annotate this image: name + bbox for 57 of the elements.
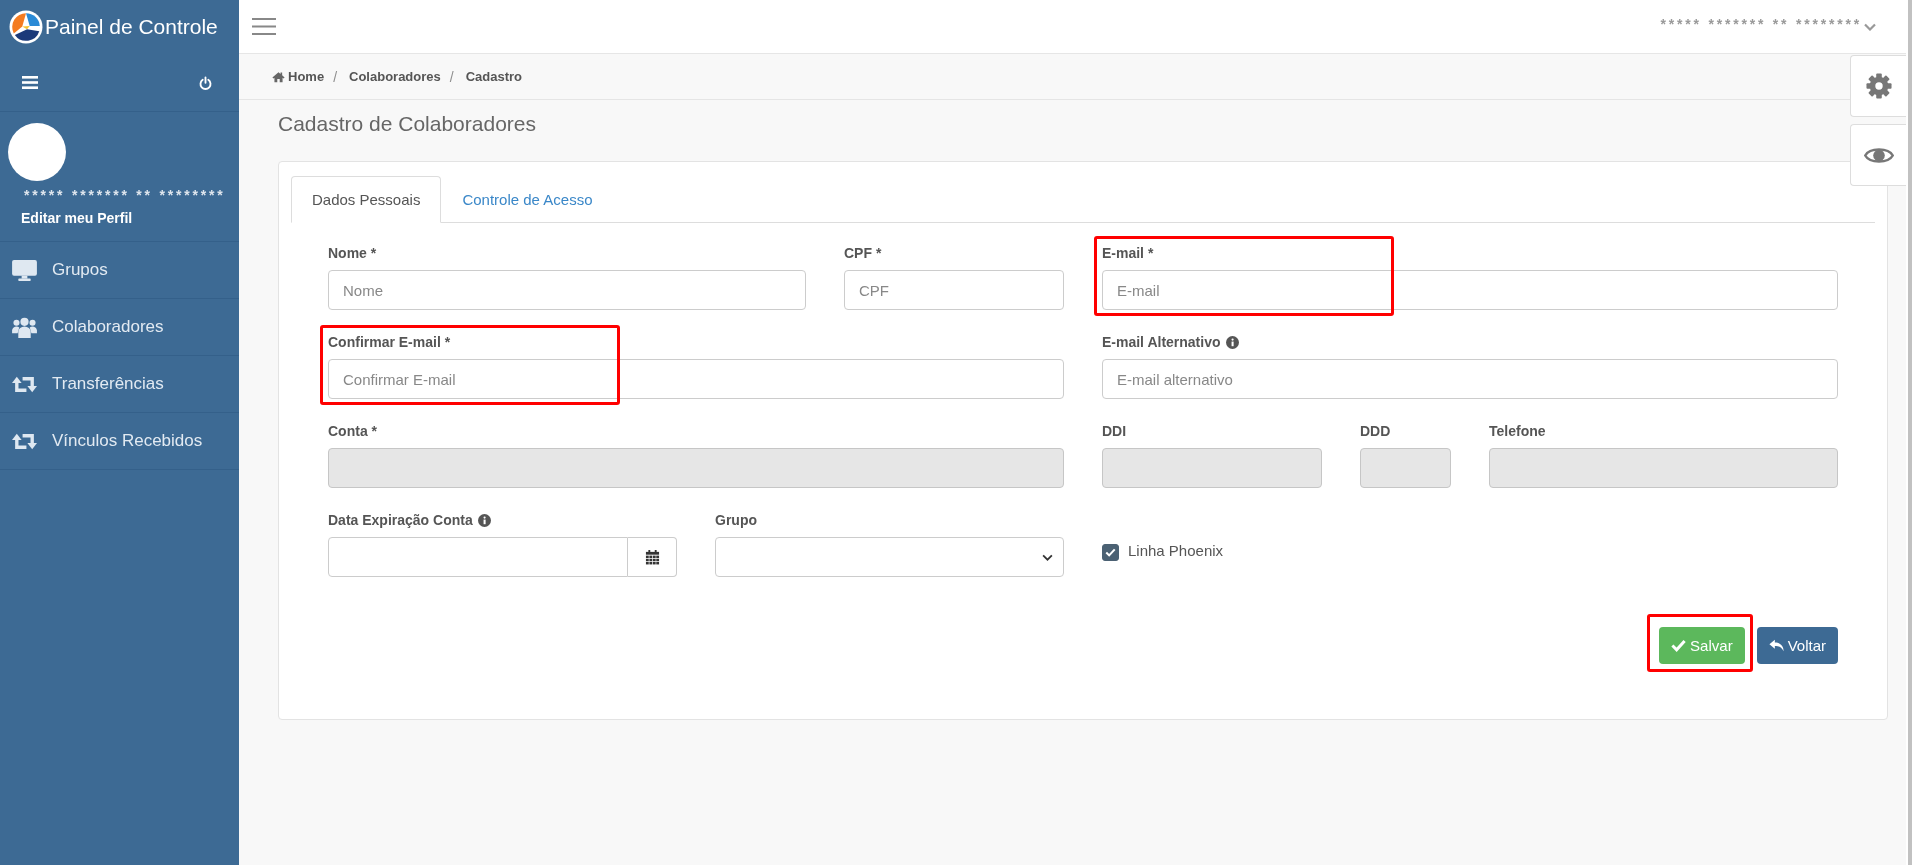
chevron-down-icon bbox=[1042, 553, 1053, 561]
profile-name: ***** ******* ** ******** bbox=[24, 187, 226, 204]
menu-icon[interactable] bbox=[252, 18, 276, 35]
breadcrumb-link[interactable]: Colaboradores bbox=[349, 69, 441, 84]
breadcrumb-separator: / bbox=[448, 68, 455, 85]
text-field[interactable]: E-mail bbox=[1102, 270, 1838, 310]
avatar bbox=[8, 123, 66, 181]
text-field[interactable]: Confirmar E-mail bbox=[328, 359, 1064, 399]
field-label: Grupo bbox=[715, 511, 757, 529]
monitor-icon bbox=[12, 259, 37, 281]
breadcrumb-current: Cadastro bbox=[465, 69, 522, 84]
field-label: E-mail Alternativo bbox=[1102, 333, 1221, 351]
field-label: DDD bbox=[1360, 422, 1391, 440]
logo-icon bbox=[9, 10, 43, 44]
field-label: DDI bbox=[1102, 422, 1127, 440]
edit-profile-link[interactable]: Editar meu Perfil bbox=[21, 209, 133, 227]
date-field[interactable] bbox=[328, 537, 628, 577]
field-label: Conta * bbox=[328, 422, 377, 440]
scrollbar[interactable] bbox=[1908, 0, 1912, 865]
text-field[interactable]: Nome bbox=[328, 270, 806, 310]
settings-icon bbox=[1865, 73, 1892, 99]
field-label: Data Expiração Conta bbox=[328, 511, 473, 529]
user-name[interactable]: ***** ******* ** ******** bbox=[1660, 15, 1862, 32]
breadcrumb-separator: / bbox=[332, 68, 338, 85]
reply-arrow-icon bbox=[1768, 639, 1784, 652]
checkbox-label: Linha Phoenix bbox=[1128, 542, 1224, 559]
tab[interactable]: Dados Pessoais bbox=[291, 176, 442, 223]
text-field[interactable]: E-mail alternativo bbox=[1102, 359, 1838, 399]
home-icon[interactable] bbox=[272, 70, 285, 83]
field-label: E-mail * bbox=[1102, 244, 1154, 262]
back-button[interactable]: Voltar bbox=[1756, 627, 1838, 664]
sidebar-item[interactable]: Colaboradores bbox=[0, 299, 239, 356]
users-icon bbox=[12, 316, 37, 338]
chevron-down-icon[interactable] bbox=[1864, 22, 1876, 31]
text-field[interactable]: CPF bbox=[844, 270, 1064, 310]
field-label: Confirmar E-mail * bbox=[328, 333, 451, 351]
checkbox[interactable] bbox=[1102, 544, 1119, 561]
info-icon[interactable] bbox=[1225, 335, 1239, 349]
field-label: CPF * bbox=[844, 244, 882, 262]
calendar-icon bbox=[644, 549, 660, 565]
field-label: Nome * bbox=[328, 244, 377, 262]
calendar-button[interactable] bbox=[628, 537, 677, 577]
page-title: Cadastro de Colaboradores bbox=[278, 111, 536, 137]
brand-title: Painel de Controle bbox=[45, 15, 218, 39]
tab[interactable]: Controle de Acesso bbox=[441, 176, 614, 223]
menu-icon[interactable] bbox=[22, 76, 38, 89]
field-label: Telefone bbox=[1489, 422, 1546, 440]
power-icon[interactable] bbox=[199, 75, 212, 90]
info-icon[interactable] bbox=[477, 513, 491, 527]
save-button[interactable]: Salvar bbox=[1659, 627, 1745, 664]
checkmark-icon bbox=[1105, 548, 1116, 557]
checkmark-icon bbox=[1671, 639, 1687, 652]
sidebar-item[interactable]: Grupos bbox=[0, 242, 239, 299]
settings-button[interactable] bbox=[1850, 55, 1906, 117]
view-button[interactable] bbox=[1850, 124, 1906, 186]
breadcrumb-link[interactable]: Home bbox=[288, 69, 325, 84]
select-field[interactable] bbox=[715, 537, 1064, 577]
